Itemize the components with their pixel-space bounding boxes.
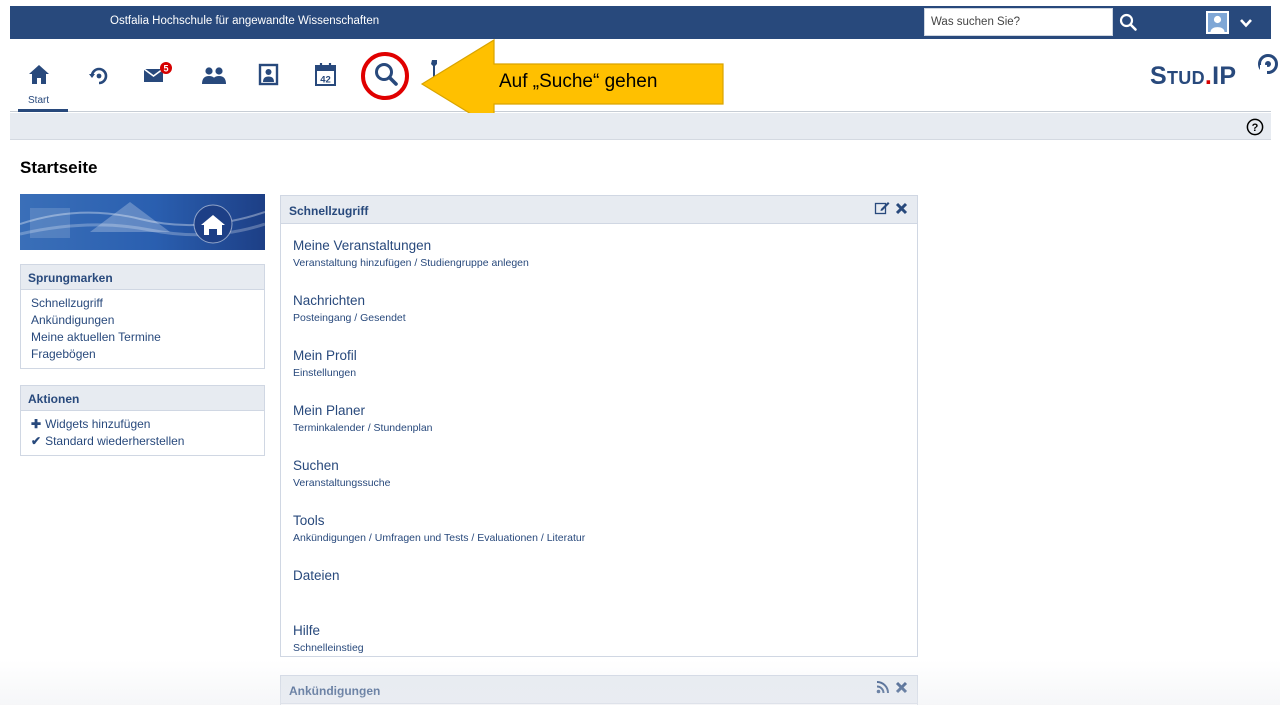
chevron-down-icon[interactable] [1238,15,1254,29]
actions-box: Aktionen ✚ Widgets hinzufügen ✔ Standard w… [20,385,265,456]
quickaccess-link[interactable]: Dateien [293,567,917,584]
community-icon[interactable] [200,63,230,93]
add-widgets-action[interactable]: ✚ Widgets hinzufügen [31,416,264,433]
annotation-label: Auf „Suche“ gehen [499,71,658,92]
search-icon[interactable] [1118,12,1140,34]
quickaccess-sublinks[interactable]: Schnelleinstieg [293,640,917,656]
quickaccess-link[interactable]: Nachrichten [293,292,917,309]
logo-text-stud: Stud [1150,62,1205,90]
action-label: Widgets hinzufügen [45,417,151,431]
nav-label-start[interactable]: Start [28,95,49,106]
message-count-badge: 5 [163,64,168,74]
close-icon[interactable] [895,681,908,697]
quickaccess-sublinks[interactable]: Posteingang / Gesendet [293,310,917,326]
svg-text:?: ? [1252,122,1259,134]
announcements-title: Ankündigungen [289,684,381,698]
checkmark-icon: ✔ [31,434,42,448]
quickaccess-entry: Suchen Veranstaltungssuche [293,457,917,512]
quickaccess-sublinks[interactable]: Einstellungen [293,365,917,381]
annotation-circle [361,52,409,100]
global-search-input[interactable] [925,9,1112,35]
quickaccess-widget: Schnellzugriff Meine Veranstaltungen Ver… [280,195,918,657]
calendar-day: 42 [320,75,331,86]
activity-icon[interactable] [86,63,116,93]
jumpmark-link[interactable]: Meine aktuellen Termine [31,329,264,346]
calendar-icon[interactable]: 42 [313,61,343,91]
edit-icon[interactable] [874,200,890,219]
rss-icon[interactable] [876,680,890,697]
quickaccess-link[interactable]: Tools [293,512,917,529]
quickaccess-entry: Meine Veranstaltungen Veranstaltung hinz… [293,237,917,292]
announcements-widget: Ankündigungen [280,675,918,705]
quickaccess-link[interactable]: Mein Profil [293,347,917,364]
close-icon[interactable] [895,202,908,218]
actions-title: Aktionen [21,386,264,411]
institution-name: Ostfalia Hochschule für angewandte Wisse… [110,15,380,27]
quickaccess-link[interactable]: Suchen [293,457,917,474]
quickaccess-entry: Mein Profil Einstellungen [293,347,917,402]
jumpmark-link[interactable]: Ankündigungen [31,312,264,329]
help-icon[interactable]: ? [1246,118,1264,136]
sidebar-home-image [20,194,265,250]
quickaccess-title: Schnellzugriff [289,204,369,218]
logo-swirl-icon [1256,52,1280,83]
quickaccess-sublinks[interactable]: Veranstaltung hinzufügen / Studiengruppe… [293,255,917,271]
logo-text-ip: IP [1212,62,1237,90]
quickaccess-sublinks[interactable]: Terminkalender / Stundenplan [293,420,917,436]
context-bar: ? [10,113,1271,140]
quickaccess-entry: Dateien [293,567,917,622]
quickaccess-link[interactable]: Hilfe [293,622,917,639]
jumpmark-link[interactable]: Fragebögen [31,346,264,363]
messages-icon[interactable]: 5 [142,61,172,91]
user-avatar[interactable] [1206,11,1229,34]
quickaccess-sublinks[interactable]: Ankündigungen / Umfragen und Tests / Eva… [293,530,917,546]
jumpmark-link[interactable]: Schnellzugriff [31,295,264,312]
jumpmarks-box: Sprungmarken Schnellzugriff Ankündigunge… [20,264,265,369]
plus-icon: ✚ [31,417,42,431]
quickaccess-entry: Nachrichten Posteingang / Gesendet [293,292,917,347]
quickaccess-entry: Hilfe Schnelleinstieg [293,622,917,677]
quickaccess-link[interactable]: Meine Veranstaltungen [293,237,917,254]
home-icon[interactable] [27,62,57,92]
active-tab-indicator [18,109,68,112]
restore-default-action[interactable]: ✔ Standard wiederherstellen [31,433,264,450]
page-title: Startseite [20,158,98,177]
quickaccess-entry: Tools Ankündigungen / Umfragen und Tests… [293,512,917,567]
global-search-box[interactable] [924,8,1113,36]
quickaccess-entry: Mein Planer Terminkalender / Stundenplan [293,402,917,457]
jumpmarks-title: Sprungmarken [21,265,264,290]
studip-logo[interactable]: Stud.IP [1150,54,1278,91]
profile-icon[interactable] [257,62,287,92]
quickaccess-link[interactable]: Mein Planer [293,402,917,419]
top-bar: Ostfalia Hochschule für angewandte Wisse… [10,6,1271,39]
action-label: Standard wiederherstellen [45,434,185,448]
quickaccess-sublinks[interactable]: Veranstaltungssuche [293,475,917,491]
